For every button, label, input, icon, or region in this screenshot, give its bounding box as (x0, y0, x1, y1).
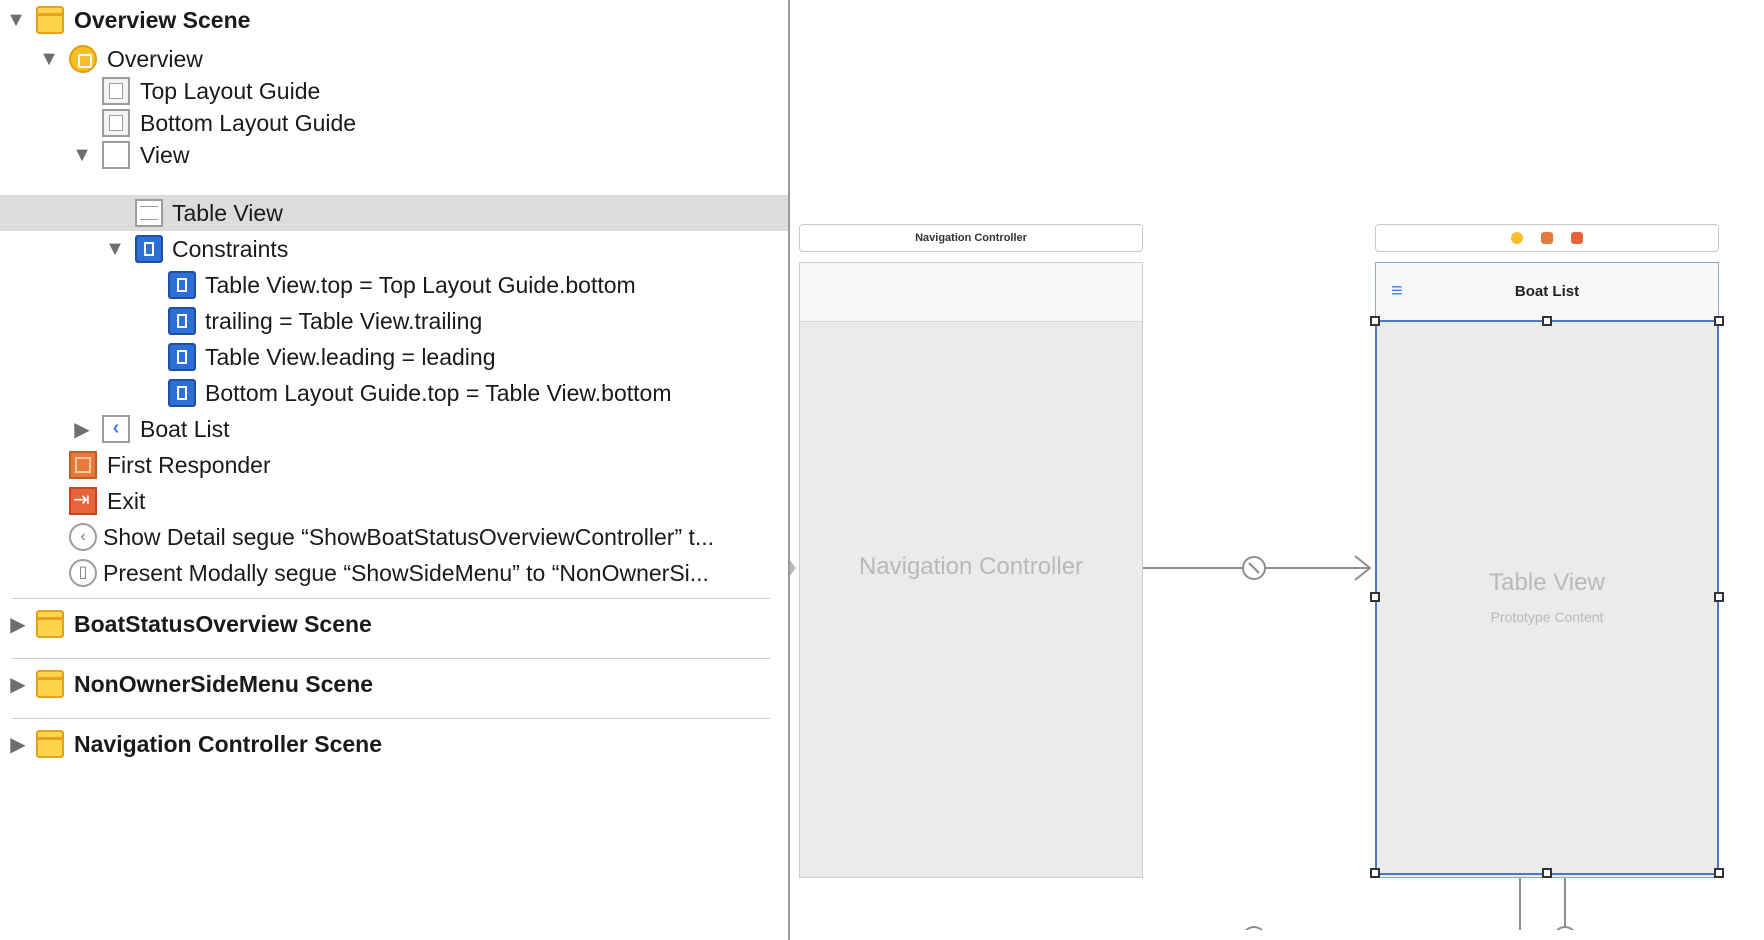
scene-icon (36, 730, 64, 758)
view-controller-icon (69, 45, 97, 73)
separator (12, 718, 770, 719)
scene-dock-overview[interactable] (1375, 224, 1719, 252)
resize-handle[interactable] (1714, 868, 1724, 878)
separator (12, 658, 770, 659)
back-chevron-icon: ‹ (102, 415, 130, 443)
resize-handle[interactable] (1542, 868, 1552, 878)
outline-label: First Responder (107, 452, 271, 478)
outline-row-constraint[interactable]: Bottom Layout Guide.top = Table View.bot… (0, 375, 788, 411)
constraint-icon (168, 343, 196, 371)
outline-label: Exit (107, 488, 146, 514)
entry-point-arrow-icon (790, 560, 796, 576)
outline-label: NonOwnerSideMenu Scene (74, 671, 374, 697)
layout-guide-icon (102, 77, 130, 105)
outline-row-overview[interactable]: ▼ Overview (0, 41, 788, 77)
outline-row-boatstatusoverview-scene[interactable]: ▶ BoatStatusOverview Scene (0, 606, 788, 642)
outline-label: trailing = Table View.trailing (205, 308, 483, 334)
outline-row-first-responder[interactable]: First Responder (0, 447, 788, 483)
outline-row-top-layout-guide[interactable]: Top Layout Guide (0, 73, 788, 109)
resize-handle[interactable] (1370, 592, 1380, 602)
view-controller-icon[interactable] (1511, 232, 1523, 245)
disclosure-collapsed-icon[interactable]: ▶ (5, 726, 31, 762)
outline-label: Table View.top = Top Layout Guide.bottom (205, 272, 636, 298)
outline-label: Show Detail segue “ShowBoatStatusOvervie… (103, 524, 715, 550)
outline-row-constraint[interactable]: Table View.top = Top Layout Guide.bottom (0, 267, 788, 303)
outline-row-constraint[interactable]: Table View.leading = leading (0, 339, 788, 375)
outline-label: Table View (172, 200, 283, 226)
first-responder-icon (69, 451, 97, 479)
outline-label: Top Layout Guide (140, 78, 321, 104)
navigation-bar: ≡ Boat List (1376, 263, 1718, 322)
scene-icon (36, 610, 64, 638)
resize-handle[interactable] (1370, 316, 1380, 326)
constraint-icon (168, 307, 196, 335)
outline-row-overview-scene[interactable]: ▼ Overview Scene (0, 2, 788, 38)
resize-handle[interactable] (1714, 592, 1724, 602)
outline-row-segue[interactable]: ‹ Show Detail segue “ShowBoatStatusOverv… (0, 519, 788, 555)
outline-label: Constraints (172, 236, 289, 262)
outline-row-table-view[interactable]: Table View (0, 195, 788, 231)
outline-label: Present Modally segue “ShowSideMenu” to … (103, 560, 709, 586)
outline-row-segue[interactable]: ▯ Present Modally segue “ShowSideMenu” t… (0, 555, 788, 591)
outline-label: BoatStatusOverview Scene (74, 611, 372, 637)
view-icon (102, 141, 130, 169)
document-outline: ▼ Overview Scene ▼ Overview Top Layout G… (0, 0, 788, 930)
outline-label: Overview (107, 46, 203, 72)
outline-row-exit[interactable]: Exit (0, 483, 788, 519)
outline-row-navigation-controller-scene[interactable]: ▶ Navigation Controller Scene (0, 726, 788, 762)
exit-icon[interactable] (1571, 232, 1583, 245)
outline-row-nonownersidemenu-scene[interactable]: ▶ NonOwnerSideMenu Scene (0, 666, 788, 702)
outline-label: Navigation Controller Scene (74, 731, 383, 757)
outline-row-boat-list[interactable]: ▶ ‹ Boat List (0, 411, 788, 447)
disclosure-expanded-icon[interactable]: ▼ (69, 137, 95, 173)
outline-row-constraint[interactable]: trailing = Table View.trailing (0, 303, 788, 339)
resize-handle[interactable] (1370, 868, 1380, 878)
modal-segue-icon: ▯ (69, 559, 97, 587)
constraint-icon (168, 271, 196, 299)
exit-icon (69, 487, 97, 515)
outline-label: Bottom Layout Guide.top = Table View.bot… (205, 380, 672, 406)
disclosure-collapsed-icon[interactable]: ▶ (69, 411, 95, 447)
storyboard-canvas[interactable]: Navigation Controller Navigation Control… (790, 0, 1764, 930)
outline-row-constraints[interactable]: ▼ Constraints (0, 231, 788, 267)
constraints-icon (135, 235, 163, 263)
outline-row-bottom-layout-guide[interactable]: Bottom Layout Guide (0, 105, 788, 141)
navigation-title: Boat List (1514, 283, 1580, 300)
outline-label: Boat List (140, 416, 230, 442)
outline-label: Overview Scene (74, 7, 251, 33)
resize-handle[interactable] (1542, 316, 1552, 326)
show-segue-icon: ‹ (69, 523, 97, 551)
scene-icon (36, 6, 64, 34)
disclosure-expanded-icon[interactable]: ▼ (36, 41, 62, 77)
scene-icon (36, 670, 64, 698)
first-responder-icon[interactable] (1541, 232, 1553, 245)
disclosure-expanded-icon[interactable]: ▼ (102, 231, 128, 267)
outline-label: View (140, 142, 190, 168)
constraint-icon (168, 379, 196, 407)
separator (12, 598, 770, 599)
outline-label: Bottom Layout Guide (140, 110, 357, 136)
disclosure-collapsed-icon[interactable]: ▶ (5, 606, 31, 642)
outline-label: Table View.leading = leading (205, 344, 496, 370)
disclosure-collapsed-icon[interactable]: ▶ (5, 666, 31, 702)
table-view-selection-outline[interactable] (1375, 320, 1719, 875)
layout-guide-icon (102, 109, 130, 137)
table-view-icon (135, 199, 163, 227)
resize-handle[interactable] (1714, 316, 1724, 326)
outline-row-view[interactable]: ▼ View (0, 137, 788, 173)
disclosure-expanded-icon[interactable]: ▼ (3, 2, 29, 38)
